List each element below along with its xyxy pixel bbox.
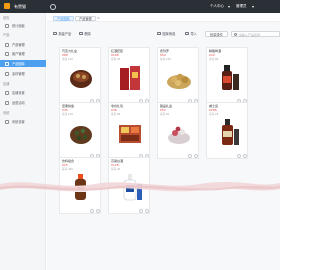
edit-icon[interactable] <box>90 209 94 213</box>
product-image[interactable] <box>166 117 192 147</box>
product-card[interactable]: 红酒套装 ¥168 库存 45 <box>108 47 150 104</box>
product-stock: 库存 88 <box>209 57 219 61</box>
folder-icon <box>5 71 9 76</box>
product-card[interactable]: 甜品礼盒 ¥52 库存 60 <box>157 102 199 159</box>
delete-button[interactable]: 删除 <box>79 31 91 37</box>
product-image[interactable] <box>215 62 241 92</box>
logo-icon <box>4 3 10 9</box>
product-card[interactable]: 零食礼包 ¥36 库存 96 <box>108 102 150 159</box>
close-icon[interactable]: × <box>97 16 100 21</box>
plus-icon <box>53 31 57 36</box>
product-stock: 库存 230 <box>160 57 171 61</box>
search-input[interactable] <box>239 32 280 38</box>
user-icon <box>5 51 9 56</box>
image-icon <box>5 61 9 66</box>
product-stock: 库存 40 <box>111 167 121 171</box>
box-icon <box>5 42 9 47</box>
product-image[interactable] <box>215 117 241 147</box>
trash-icon <box>79 31 83 36</box>
product-stock: 库存 120 <box>62 57 73 61</box>
more-icon[interactable] <box>145 209 149 213</box>
sidebar-item-label: 产品管理 <box>12 42 25 47</box>
sidebar-item-materials[interactable]: 素材管理 <box>0 70 46 77</box>
sidebar-item-label: 客户管理 <box>12 51 25 56</box>
product-card[interactable]: 费列罗 ¥59 库存 230 <box>157 47 199 104</box>
batch-select[interactable]: 批量操作 <box>205 31 228 37</box>
product-stock: 库存 300 <box>62 167 73 171</box>
product-stock: 库存 96 <box>111 112 121 116</box>
toolbar: 新建产品 删除 图库筛选 导入 批量操作 <box>53 31 280 38</box>
edit-icon[interactable] <box>188 154 192 158</box>
new-product-button[interactable]: 新建产品 <box>53 31 71 37</box>
chevron-down-icon[interactable] <box>228 5 230 8</box>
header-menu-profile[interactable]: 个人中心 <box>210 3 224 10</box>
product-image[interactable] <box>166 62 192 92</box>
search-icon <box>234 33 237 37</box>
header-menu-user[interactable]: 管理员 <box>236 3 247 10</box>
cloud-icon <box>5 90 9 95</box>
product-stock: 库存 45 <box>111 57 121 61</box>
product-stock: 库存 60 <box>160 112 170 116</box>
tab-gallery[interactable]: 产品图库 <box>53 16 74 21</box>
new-product-label: 新建产品 <box>58 32 72 36</box>
sidebar-item-label: 店铺设置 <box>12 90 25 95</box>
product-image[interactable] <box>68 117 94 147</box>
filter-icon <box>157 31 161 36</box>
filter-label: 图库筛选 <box>162 32 176 36</box>
sidebar-item-label: 素材管理 <box>12 71 25 76</box>
product-image[interactable] <box>117 62 143 92</box>
sidebar-item-label: 运营活动 <box>12 100 25 105</box>
more-icon[interactable] <box>96 209 100 213</box>
edit-icon[interactable] <box>139 209 143 213</box>
delete-label: 删除 <box>84 32 91 36</box>
main-content: 产品图库 产品管理 × 新建产品 删除 图库筛选 导入 批量操作 巧克力礼盒¥8… <box>47 13 280 270</box>
tab-products[interactable]: 产品管理 <box>75 16 96 21</box>
sidebar-item-gallery[interactable]: 产品图库 <box>0 60 46 67</box>
sidebar-item-dashboard[interactable]: 统计面板 <box>0 22 46 29</box>
tab-strip: 产品图库 产品管理 × <box>47 13 280 22</box>
product-image[interactable] <box>68 62 94 92</box>
top-bar: 有赞猫 个人中心 管理员 <box>0 0 280 13</box>
sidebar-group-label: 产品 <box>3 33 10 37</box>
more-icon[interactable] <box>194 154 198 158</box>
chevron-down-icon[interactable] <box>252 5 254 8</box>
product-card[interactable]: 精酿啤酒 ¥32 库存 88 <box>206 47 248 104</box>
search-box[interactable] <box>231 31 280 38</box>
sidebar-item-label: 产品图库 <box>12 61 25 66</box>
gear-icon <box>5 119 9 124</box>
sidebar-item-products[interactable]: 产品管理 <box>0 41 46 48</box>
product-card[interactable]: 威士忌 ¥268 库存 18 <box>206 102 248 159</box>
product-card[interactable]: 坚果拼盘 ¥45 库存 150 <box>59 102 101 159</box>
sidebar-group-label: 店铺 <box>3 82 10 86</box>
sidebar-item-store[interactable]: 店铺设置 <box>0 89 46 96</box>
sidebar-group-label: 系统 <box>3 111 10 115</box>
filter-button[interactable]: 图库筛选 <box>157 31 175 37</box>
sidebar-item-settings[interactable]: 系统设置 <box>0 118 46 125</box>
gift-icon <box>5 100 9 105</box>
product-stock: 库存 150 <box>62 112 73 116</box>
sidebar: 首页 统计面板 产品 产品管理 客户管理 产品图库 素材管理 店铺 店铺设置 运… <box>0 13 46 270</box>
sidebar-item-label: 系统设置 <box>12 119 25 124</box>
import-button[interactable]: 导入 <box>185 31 197 37</box>
app-title: 有赞猫 <box>14 4 26 9</box>
upload-icon <box>185 31 189 36</box>
sidebar-group-label: 首页 <box>3 16 10 20</box>
more-icon[interactable] <box>243 154 247 158</box>
collapse-menu-icon[interactable] <box>50 3 56 10</box>
sidebar-item-label: 统计面板 <box>12 23 25 28</box>
sidebar-item-customers[interactable]: 客户管理 <box>0 50 46 57</box>
product-card[interactable]: 巧克力礼盒 ¥88 库存 120 <box>59 47 101 104</box>
import-label: 导入 <box>190 32 197 36</box>
edit-icon[interactable] <box>237 154 241 158</box>
decorative-band <box>0 182 280 192</box>
product-image[interactable] <box>117 117 143 147</box>
product-stock: 库存 18 <box>209 112 219 116</box>
chart-icon <box>5 23 9 28</box>
sidebar-item-campaigns[interactable]: 运营活动 <box>0 99 46 106</box>
